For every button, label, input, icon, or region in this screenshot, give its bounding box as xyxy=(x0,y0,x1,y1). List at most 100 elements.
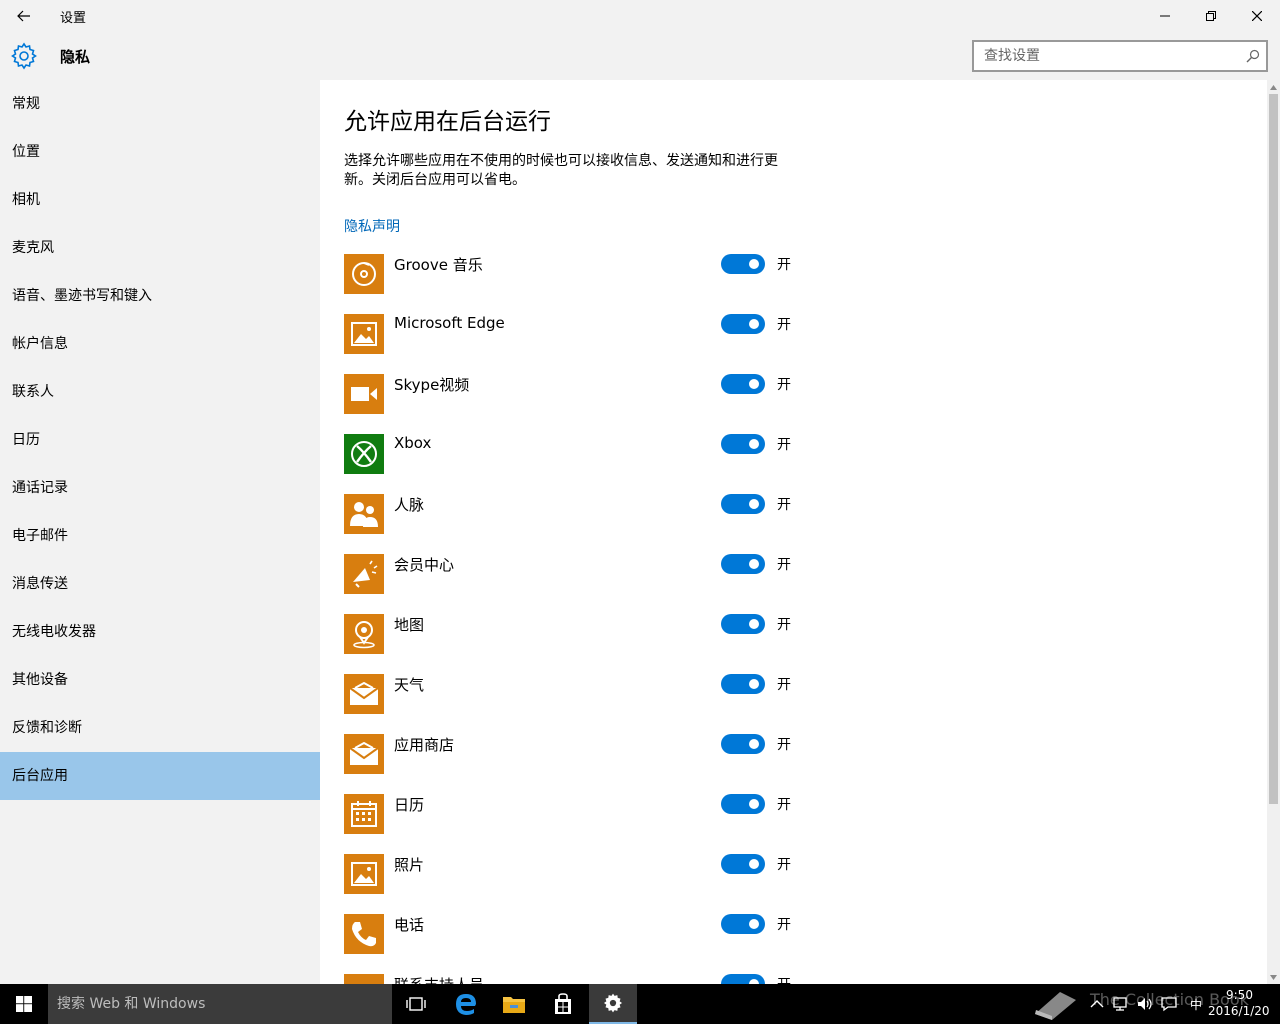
sidebar-nav: 常规 位置 相机 麦克风 语音、墨迹书写和键入 帐户信息 联系人 日历 通话记录… xyxy=(0,80,320,984)
settings-search-box[interactable] xyxy=(972,40,1268,72)
windows-logo-icon xyxy=(16,996,32,1012)
sidebar-item-microphone[interactable]: 麦克风 xyxy=(0,224,320,272)
privacy-statement-link[interactable]: 隐私声明 xyxy=(344,216,400,236)
sidebar-item-email[interactable]: 电子邮件 xyxy=(0,512,320,560)
taskbar-search-box[interactable] xyxy=(48,984,392,1024)
volume-icon[interactable] xyxy=(1136,996,1154,1012)
app-row-people: 人脉 开 xyxy=(344,494,804,534)
toggle-state-label: 开 xyxy=(777,857,791,873)
background-toggle[interactable] xyxy=(721,254,765,274)
background-toggle[interactable] xyxy=(721,614,765,634)
toggle-state-label: 开 xyxy=(777,437,791,453)
scroll-thumb[interactable] xyxy=(1269,94,1278,804)
page-title: 隐私 xyxy=(60,48,91,66)
back-button[interactable] xyxy=(8,4,40,28)
sidebar-item-other-devices[interactable]: 其他设备 xyxy=(0,656,320,704)
sidebar-item-camera[interactable]: 相机 xyxy=(0,176,320,224)
app-name: 照片 xyxy=(394,856,425,874)
app-name: 应用商店 xyxy=(394,736,455,754)
toggle-state-label: 开 xyxy=(777,557,791,573)
app-name: Microsoft Edge xyxy=(394,314,505,332)
sidebar-item-location[interactable]: 位置 xyxy=(0,128,320,176)
close-button[interactable] xyxy=(1234,0,1280,32)
network-icon[interactable] xyxy=(1112,996,1130,1012)
app-row-groove-music: Groove 音乐 开 xyxy=(344,254,804,294)
clock-date[interactable]: 2016/1/20 xyxy=(1208,1004,1270,1018)
taskbar-store-button[interactable] xyxy=(539,984,587,1024)
system-tray: The Collection Book 中 9:50 2016/1/20 xyxy=(1030,984,1280,1024)
gear-icon xyxy=(11,42,37,70)
taskbar-edge-button[interactable] xyxy=(442,984,490,1024)
sidebar-item-account-info[interactable]: 帐户信息 xyxy=(0,320,320,368)
settings-gear-icon xyxy=(603,993,623,1013)
sidebar-item-background-apps[interactable]: 后台应用 xyxy=(0,752,320,800)
chevron-down-icon xyxy=(1270,974,1277,980)
task-view-button[interactable] xyxy=(392,984,440,1024)
action-center-icon[interactable] xyxy=(1160,996,1178,1012)
app-row-phone: 电话 开 xyxy=(344,914,804,954)
app-name: 天气 xyxy=(394,676,425,694)
search-icon[interactable] xyxy=(1246,49,1260,63)
sidebar-item-call-history[interactable]: 通话记录 xyxy=(0,464,320,512)
input-method-indicator[interactable]: 中 xyxy=(1190,996,1202,1013)
image-icon xyxy=(344,314,384,354)
title-bar: 设置 xyxy=(0,0,1280,32)
toggle-state-label: 开 xyxy=(777,677,791,693)
toggle-state-label: 开 xyxy=(777,257,791,273)
background-toggle[interactable] xyxy=(721,914,765,934)
app-row-member-center: 会员中心 开 xyxy=(344,554,804,594)
background-toggle[interactable] xyxy=(721,674,765,694)
main-scrollbar[interactable] xyxy=(1267,80,1280,984)
megaphone-icon xyxy=(344,554,384,594)
background-toggle[interactable] xyxy=(721,434,765,454)
background-toggle[interactable] xyxy=(721,854,765,874)
app-name: 会员中心 xyxy=(394,556,455,574)
start-button[interactable] xyxy=(0,984,48,1024)
taskbar-settings-button[interactable] xyxy=(589,984,637,1024)
sidebar-item-contacts[interactable]: 联系人 xyxy=(0,368,320,416)
background-toggle[interactable] xyxy=(721,734,765,754)
minimize-icon xyxy=(1160,15,1170,17)
support-icon xyxy=(344,974,384,984)
image-icon xyxy=(344,854,384,894)
sidebar-item-general[interactable]: 常规 xyxy=(0,80,320,128)
app-name: Groove 音乐 xyxy=(394,256,483,274)
background-toggle[interactable] xyxy=(721,494,765,514)
sidebar-item-messaging[interactable]: 消息传送 xyxy=(0,560,320,608)
app-name: 地图 xyxy=(394,616,425,634)
section-description: 选择允许哪些应用在不使用的时候也可以接收信息、发送通知和进行更新。关闭后台应用可… xyxy=(344,153,778,188)
taskbar-search-input[interactable] xyxy=(48,984,378,1024)
background-toggle[interactable] xyxy=(721,314,765,334)
background-toggle[interactable] xyxy=(721,794,765,814)
people-icon xyxy=(344,494,384,534)
app-row-calendar: 日历 开 xyxy=(344,794,804,834)
chevron-up-icon[interactable] xyxy=(1088,996,1106,1012)
minimize-button[interactable] xyxy=(1142,0,1188,32)
restore-button[interactable] xyxy=(1188,0,1234,32)
toggle-state-label: 开 xyxy=(777,377,791,393)
window-title: 设置 xyxy=(60,11,87,26)
background-toggle[interactable] xyxy=(721,974,765,984)
envelope-icon xyxy=(344,734,384,774)
background-toggle[interactable] xyxy=(721,374,765,394)
taskbar-file-explorer-button[interactable] xyxy=(490,984,538,1024)
sidebar-item-feedback-diagnostics[interactable]: 反馈和诊断 xyxy=(0,704,320,752)
app-row-weather: 天气 开 xyxy=(344,674,804,714)
folder-icon xyxy=(503,997,525,1013)
app-row-microsoft-edge: Microsoft Edge 开 xyxy=(344,314,804,354)
toggle-state-label: 开 xyxy=(777,497,791,513)
clock-time[interactable]: 9:50 xyxy=(1226,988,1253,1002)
chevron-up-icon xyxy=(1270,84,1277,90)
sidebar-item-radios[interactable]: 无线电收发器 xyxy=(0,608,320,656)
book-logo-icon xyxy=(1035,992,1076,1020)
app-row-skype-video: Skype视频 开 xyxy=(344,374,804,414)
scroll-down-button[interactable] xyxy=(1267,970,1280,984)
music-disc-icon xyxy=(344,254,384,294)
app-row-contact-support: 联系支持人员 开 xyxy=(344,974,804,984)
toggle-state-label: 开 xyxy=(777,797,791,813)
sidebar-item-speech-inking-typing[interactable]: 语音、墨迹书写和键入 xyxy=(0,272,320,320)
settings-search-input[interactable] xyxy=(974,42,1224,70)
background-toggle[interactable] xyxy=(721,554,765,574)
sidebar-item-calendar[interactable]: 日历 xyxy=(0,416,320,464)
scroll-up-button[interactable] xyxy=(1267,80,1280,94)
